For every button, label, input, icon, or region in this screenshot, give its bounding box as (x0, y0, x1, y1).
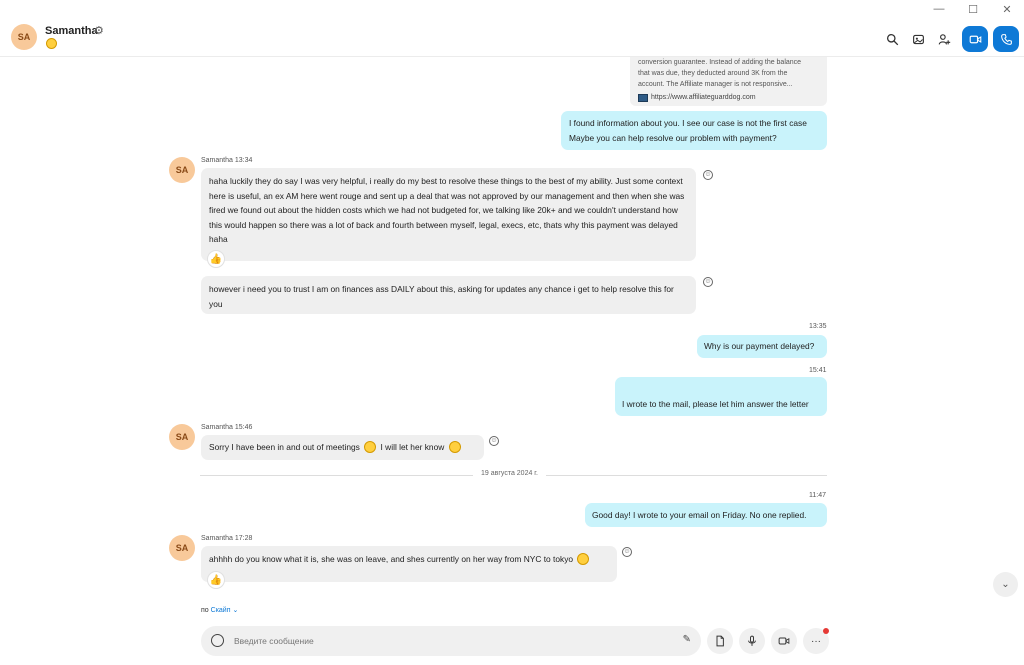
add-reaction-icon[interactable]: ☺ (622, 547, 632, 557)
outgoing-message[interactable]: I wrote to the mail, please let him answ… (615, 377, 827, 416)
message-time: 15:41 (809, 367, 827, 374)
video-call-button[interactable] (962, 26, 988, 52)
message-text: ahhhh do you know what it is, she was on… (209, 554, 574, 564)
date-divider: 19 августа 2024 г. (473, 470, 546, 477)
gear-icon[interactable]: ⚙ (94, 24, 104, 37)
preview-link[interactable]: https://www.affiliateguarddog.com (638, 92, 819, 103)
incoming-message[interactable]: however i need you to trust I am on fina… (201, 276, 696, 314)
add-reaction-icon[interactable]: ☺ (703, 277, 713, 287)
video-message-button[interactable] (771, 628, 797, 654)
send-via-selector[interactable]: по Скайп ⌄ (201, 606, 238, 614)
message-composer: ✎ (201, 626, 701, 656)
message-text: haha luckily they do say I was very help… (209, 176, 685, 244)
more-options-button[interactable]: ··· (803, 628, 829, 654)
incoming-message[interactable]: ahhhh do you know what it is, she was on… (201, 546, 617, 582)
add-person-icon[interactable] (931, 26, 957, 52)
audio-call-icon (1000, 33, 1012, 45)
message-meta: Samantha 17:28 (201, 535, 253, 542)
mood-emoji-icon (46, 38, 57, 49)
chat-header: SA Samantha ⚙ (0, 0, 1024, 57)
message-time: 11:47 (809, 492, 826, 499)
message-text: Maybe you can help resolve our problem w… (569, 132, 777, 143)
outgoing-message[interactable]: I found information about you. I see our… (561, 111, 827, 150)
thumbs-up-reaction[interactable]: 👍 (207, 571, 225, 589)
contact-name[interactable]: Samantha (45, 25, 98, 37)
smile-emoji-icon (577, 553, 590, 565)
message-time: 13:35 (809, 323, 827, 330)
attach-file-button[interactable] (707, 628, 733, 654)
message-text: Sorry I have been in and out of meetings (209, 442, 360, 452)
microphone-icon (748, 635, 756, 646)
quoted-link-preview[interactable]: conversion guarantee. Instead of adding … (630, 57, 827, 106)
outgoing-message[interactable]: Good day! I wrote to your email on Frida… (585, 503, 827, 527)
message-list[interactable]: conversion guarantee. Instead of adding … (0, 57, 1024, 617)
message-meta: Samantha 13:34 (201, 157, 253, 164)
smile-emoji-icon (448, 441, 461, 453)
chevron-down-icon: ⌄ (232, 607, 239, 614)
message-text: I will let her know (380, 442, 445, 452)
video-message-icon (778, 637, 790, 645)
via-service[interactable]: Скайп (211, 607, 231, 614)
notification-dot (823, 628, 829, 634)
message-input[interactable] (234, 633, 634, 649)
search-icon[interactable] (879, 26, 905, 52)
preview-link-url[interactable]: https://www.affiliateguarddog.com (651, 92, 756, 103)
header-actions (879, 26, 1019, 52)
message-text: Good day! I wrote to your email on Frida… (592, 510, 807, 520)
thumbs-up-reaction[interactable]: 👍 (207, 250, 225, 268)
emoji-picker-icon[interactable] (211, 634, 224, 647)
audio-call-button[interactable] (993, 26, 1019, 52)
outgoing-message[interactable]: Why is our payment delayed? (697, 335, 827, 358)
skype-chat-window: — ☐ ✕ SA Samantha ⚙ conversion guarantee… (0, 0, 1024, 665)
contact-avatar[interactable]: SA (11, 24, 37, 50)
message-text: however i need you to trust I am on fina… (209, 284, 674, 309)
sender-avatar[interactable]: SA (169, 424, 195, 450)
incoming-message[interactable]: haha luckily they do say I was very help… (201, 168, 696, 261)
message-text: Why is our payment delayed? (704, 341, 815, 351)
sender-avatar[interactable]: SA (169, 157, 195, 183)
site-favicon-icon (638, 93, 648, 102)
incoming-message[interactable]: Sorry I have been in and out of meetings… (201, 435, 484, 460)
ellipsis-icon: ··· (811, 635, 821, 647)
message-meta: Samantha 15:46 (201, 424, 253, 431)
voice-message-button[interactable] (739, 628, 765, 654)
message-text: I found information about you. I see our… (569, 118, 807, 128)
via-prefix: по (201, 607, 209, 614)
file-icon (716, 635, 724, 647)
scroll-to-bottom-button[interactable]: ⌄ (993, 572, 1018, 597)
message-text: I wrote to the mail, please let him answ… (622, 399, 809, 409)
quote-line: account. The Affiliate manager is not re… (638, 81, 793, 88)
format-pen-icon[interactable]: ✎ (683, 634, 691, 645)
quote-line: that was due, they deducted around 3K fr… (638, 70, 788, 77)
quote-line: conversion guarantee. Instead of adding … (638, 59, 802, 66)
add-reaction-icon[interactable]: ☺ (703, 170, 713, 180)
chevron-down-icon: ⌄ (1001, 579, 1010, 590)
smile-emoji-icon (364, 441, 377, 453)
sender-avatar[interactable]: SA (169, 535, 195, 561)
add-reaction-icon[interactable]: ☺ (489, 436, 499, 446)
video-call-icon (969, 35, 981, 43)
gallery-icon[interactable] (905, 26, 931, 52)
